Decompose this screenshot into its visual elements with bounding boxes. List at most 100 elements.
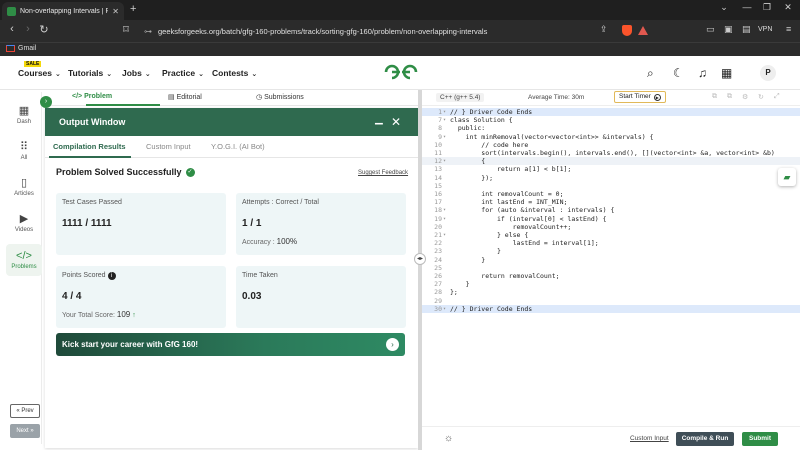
- gfg160-banner[interactable]: Kick start your career with GfG 160! ›: [56, 333, 405, 356]
- forward-icon[interactable]: ›: [20, 23, 36, 35]
- close-tab-icon[interactable]: ✕: [112, 7, 119, 16]
- next-button[interactable]: Next »: [10, 424, 40, 438]
- menu-jobs[interactable]: Jobs ⌄: [122, 68, 151, 78]
- custom-input-link[interactable]: Custom Input: [630, 435, 669, 442]
- fullscreen-icon[interactable]: ⤢: [774, 93, 780, 101]
- tab-editorial[interactable]: ▤ Editorial: [168, 93, 202, 101]
- code-line[interactable]: 21 ▾ } else {: [422, 231, 800, 239]
- code-line[interactable]: 16 int removalCount = 0;: [422, 190, 800, 198]
- rail-item-problems[interactable]: </> Problems: [6, 244, 42, 276]
- fold-toggle-icon[interactable]: ▾: [443, 206, 446, 214]
- avatar[interactable]: P: [760, 65, 776, 81]
- code-editor[interactable]: 1 ▾// } Driver Code Ends 7 ▾ class Solution …: [422, 106, 800, 426]
- code-line[interactable]: 28};: [422, 288, 800, 296]
- info-icon[interactable]: i: [107, 272, 116, 280]
- suggest-feedback-link[interactable]: Suggest Feedback: [358, 170, 408, 176]
- tab-compilation-results[interactable]: Compilation Results: [53, 142, 126, 151]
- code-line[interactable]: 24 }: [422, 256, 800, 264]
- maximize-icon[interactable]: ❐: [757, 2, 777, 13]
- browser-menu-icon[interactable]: ≡: [786, 24, 791, 34]
- code-line[interactable]: 29: [422, 297, 800, 305]
- fold-toggle-icon[interactable]: ▾: [443, 116, 446, 124]
- minimize-icon[interactable]: —: [737, 2, 757, 12]
- tab-submissions[interactable]: ◷ Submissions: [256, 93, 304, 101]
- code-line[interactable]: 10 // code here: [422, 141, 800, 149]
- share-icon[interactable]: ⇪: [600, 24, 608, 35]
- chat-icon[interactable]: ▰: [778, 168, 796, 186]
- code-line[interactable]: 30 ▾ // } Driver Code Ends: [422, 304, 800, 313]
- extensions-icon[interactable]: ▤: [742, 24, 751, 35]
- copy-icon[interactable]: ⧉: [712, 93, 717, 101]
- tab-search-icon[interactable]: ⌄: [714, 2, 734, 13]
- gfg-logo[interactable]: [383, 63, 419, 81]
- bookmark-icon[interactable]: ⌑: [118, 23, 134, 36]
- code-line[interactable]: 14 });: [422, 174, 800, 182]
- code-line[interactable]: 12 ▾ {: [422, 157, 800, 166]
- code-line[interactable]: 11 sort(intervals.begin(), intervals.end…: [422, 149, 800, 157]
- compile-run-button[interactable]: Compile & Run: [676, 432, 734, 446]
- search-icon[interactable]: ⌕: [647, 66, 654, 81]
- prev-button[interactable]: « Prev: [10, 404, 40, 418]
- brave-shields-icon[interactable]: [622, 25, 632, 36]
- tab-yogi-ai-bot[interactable]: Y.O.G.I. (AI Bot): [211, 142, 265, 151]
- submit-button[interactable]: Submit: [742, 432, 778, 446]
- code-line[interactable]: 9 ▾ int minRemoval(vector<vector<int>> &i…: [422, 133, 800, 141]
- code-line[interactable]: 7 ▾ class Solution {: [422, 116, 800, 124]
- code-line[interactable]: 25: [422, 264, 800, 272]
- fold-toggle-icon[interactable]: ▾: [443, 157, 446, 165]
- dark-mode-icon[interactable]: ☾: [673, 66, 684, 80]
- fold-toggle-icon[interactable]: ▾: [443, 305, 446, 313]
- vpn-button[interactable]: VPN: [758, 26, 772, 33]
- notification-bell-icon[interactable]: ♫: [698, 66, 707, 80]
- code-line[interactable]: 27 }: [422, 280, 800, 288]
- paste-icon[interactable]: ⧉: [727, 93, 732, 101]
- code-line[interactable]: 1 ▾ // } Driver Code Ends: [422, 108, 800, 117]
- code-line[interactable]: 8 public:: [422, 124, 800, 132]
- code-line[interactable]: 26 return removalCount;: [422, 272, 800, 280]
- menu-contests[interactable]: Contests ⌄: [212, 68, 257, 78]
- site-info-icon[interactable]: ⊶: [144, 27, 152, 36]
- wallet-icon[interactable]: ▣: [724, 24, 733, 35]
- fold-toggle-icon[interactable]: ▾: [443, 108, 446, 116]
- fold-toggle-icon[interactable]: ▾: [443, 231, 446, 239]
- tab-problem[interactable]: </> Problem: [72, 93, 112, 100]
- address-bar[interactable]: ⊶ geeksforgeeks.org/batch/gfg-160-proble…: [144, 23, 584, 39]
- menu-tutorials[interactable]: Tutorials ⌄: [68, 68, 112, 78]
- back-icon[interactable]: ‹: [4, 23, 20, 35]
- code-line[interactable]: 23 }: [422, 247, 800, 255]
- rail-item-videos[interactable]: ▶ Videos: [6, 212, 42, 233]
- code-line[interactable]: 13 return a[1] < b[1];: [422, 165, 800, 173]
- minimize-icon[interactable]: ▁: [375, 114, 383, 125]
- reset-icon[interactable]: ↻: [758, 93, 764, 101]
- bookmark-gmail[interactable]: Gmail: [6, 45, 36, 52]
- translate-icon[interactable]: ▦: [721, 66, 732, 80]
- start-timer-button[interactable]: Start Timer ▶: [614, 91, 666, 103]
- code-line[interactable]: 15: [422, 182, 800, 190]
- chevron-right-icon[interactable]: ›: [386, 338, 399, 351]
- new-tab-icon[interactable]: +: [130, 3, 136, 15]
- code-line[interactable]: 20 removalCount++;: [422, 223, 800, 231]
- lightbulb-icon[interactable]: ☼: [444, 433, 453, 444]
- code-line[interactable]: 18 ▾ for (auto &interval : intervals) {: [422, 206, 800, 214]
- language-select[interactable]: C++ (g++ 5.4): [436, 93, 485, 102]
- close-icon[interactable]: ✕: [391, 115, 401, 129]
- code-line[interactable]: 22 lastEnd = interval[1];: [422, 239, 800, 247]
- reload-icon[interactable]: ↻: [36, 23, 52, 36]
- fold-toggle-icon[interactable]: ▾: [443, 133, 446, 141]
- fold-toggle-icon[interactable]: ▾: [443, 215, 446, 223]
- rail-item-articles[interactable]: ▯ Articles: [6, 176, 42, 197]
- code-line[interactable]: 17 int lastEnd = INT_MIN;: [422, 198, 800, 206]
- expand-panel-icon[interactable]: ›: [40, 96, 52, 108]
- sidebar-toggle-icon[interactable]: ▭: [706, 24, 715, 35]
- brave-rewards-icon[interactable]: [638, 26, 648, 35]
- rail-item-dash[interactable]: ▦ Dash: [6, 104, 42, 125]
- code-line[interactable]: 19 ▾ if (interval[0] < lastEnd) {: [422, 215, 800, 223]
- menu-courses[interactable]: Courses ⌄: [18, 68, 61, 78]
- window-close-icon[interactable]: ✕: [778, 2, 798, 13]
- menu-practice[interactable]: Practice ⌄: [162, 68, 204, 78]
- settings-icon[interactable]: ⚙: [742, 93, 748, 101]
- points-card: Points Scored i 4 / 4 Your Total Score: 1…: [56, 266, 226, 328]
- tab-custom-input[interactable]: Custom Input: [146, 142, 191, 151]
- browser-tab[interactable]: Non-overlapping Intervals | Pra ✕: [2, 2, 124, 20]
- rail-item-all[interactable]: ⠿ All: [6, 140, 42, 161]
